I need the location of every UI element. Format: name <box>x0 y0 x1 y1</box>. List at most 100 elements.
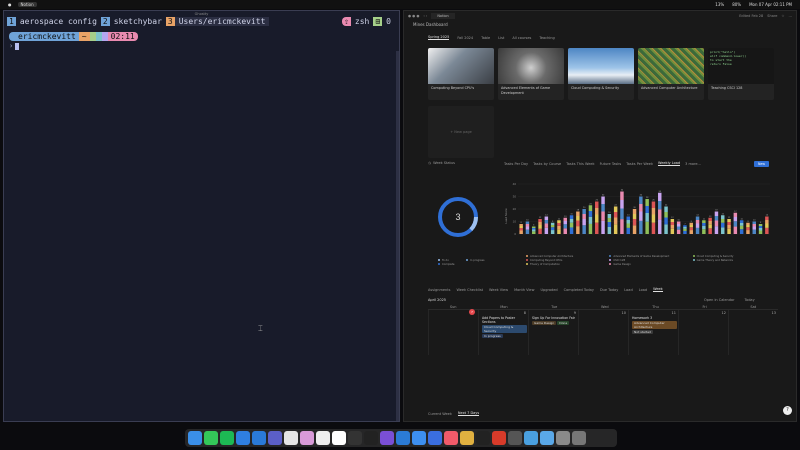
bar-segment[interactable] <box>702 229 706 234</box>
bar-segment[interactable] <box>620 219 624 234</box>
bar-segment[interactable] <box>765 227 769 234</box>
bar-segment[interactable] <box>721 222 725 228</box>
tab-upgraded[interactable]: Upgraded <box>540 288 557 292</box>
bar-segment[interactable] <box>752 226 756 230</box>
bar-segment[interactable] <box>588 223 593 234</box>
bar-segment[interactable] <box>588 205 593 211</box>
bar-segment[interactable] <box>601 204 605 212</box>
dock-app-tableplus[interactable] <box>460 431 474 445</box>
bar-segment[interactable] <box>532 226 536 229</box>
dock-app-finder[interactable] <box>188 431 202 445</box>
bar-segment[interactable] <box>676 226 681 230</box>
bar-segment[interactable] <box>664 212 668 218</box>
bar-segment[interactable] <box>620 191 624 201</box>
active-app-name[interactable]: Notion <box>17 2 37 7</box>
notion-tab[interactable]: Notion <box>431 12 455 19</box>
bar-segment[interactable] <box>733 217 738 222</box>
tab-teaching[interactable]: Teaching <box>539 36 554 40</box>
bar-segment[interactable] <box>651 201 656 209</box>
bar-segment[interactable] <box>739 225 744 230</box>
bar-segment[interactable] <box>538 225 542 229</box>
bar-segment[interactable] <box>670 228 675 234</box>
bar-segment[interactable] <box>651 222 656 234</box>
week-status-title[interactable]: Week Status <box>433 161 455 165</box>
bar-segment[interactable] <box>739 229 744 234</box>
tab-fall-2024[interactable]: Fall 2024 <box>457 36 473 40</box>
bar-segment[interactable] <box>676 224 681 227</box>
dock-app-terminal[interactable] <box>476 431 490 445</box>
bar-segment[interactable] <box>714 211 719 217</box>
bar-segment[interactable] <box>525 229 530 234</box>
new-page-card[interactable]: + New page <box>428 106 494 158</box>
bar-segment[interactable] <box>752 224 756 227</box>
bar-segment[interactable] <box>544 223 549 228</box>
terminal-window[interactable]: Ghostty 1 aerospace config 2 sketchybar … <box>3 10 400 422</box>
tab-week[interactable]: Week <box>653 287 663 292</box>
bar-segment[interactable] <box>708 228 712 234</box>
week-calendar[interactable]: 7 8 Add Papers to Poster Sections Cloud … <box>428 309 778 355</box>
bar-segment[interactable] <box>613 217 618 225</box>
bar-segment[interactable] <box>544 220 549 224</box>
bar-segment[interactable] <box>576 220 580 227</box>
bar-segment[interactable] <box>550 230 555 234</box>
bar-segment[interactable] <box>714 226 719 234</box>
bar-segment[interactable] <box>695 227 700 234</box>
bar-segment[interactable] <box>601 220 605 234</box>
bar-segment[interactable] <box>765 223 769 228</box>
bar-segment[interactable] <box>563 217 567 221</box>
bar-segment[interactable] <box>695 223 700 228</box>
tab-number-3[interactable]: 3 <box>165 17 175 26</box>
bar-segment[interactable] <box>689 222 693 225</box>
bar-segment[interactable] <box>538 228 542 234</box>
dock-app-messages[interactable] <box>204 431 218 445</box>
bar-segment[interactable] <box>658 219 662 234</box>
bar-segment[interactable] <box>658 192 662 201</box>
bar-segment[interactable] <box>727 228 731 234</box>
bar-segment[interactable] <box>639 220 643 234</box>
tab-more[interactable]: 3 more... <box>685 162 701 166</box>
bar-segment[interactable] <box>613 212 618 218</box>
bar-segment[interactable] <box>557 220 561 223</box>
dock-app-teams[interactable] <box>268 431 282 445</box>
bar-segment[interactable] <box>689 230 693 234</box>
command-line[interactable]: › <box>4 42 399 50</box>
bar-segment[interactable] <box>765 220 769 224</box>
bar-segment[interactable] <box>708 221 712 225</box>
dock-app-spotify[interactable] <box>220 431 234 445</box>
bar-segment[interactable] <box>525 226 530 230</box>
bar-segment[interactable] <box>607 214 612 218</box>
new-button[interactable]: New <box>754 161 769 167</box>
bar-segment[interactable] <box>645 213 649 222</box>
bar-segment[interactable] <box>639 204 643 212</box>
bar-segment[interactable] <box>752 229 756 234</box>
bar-segment[interactable] <box>658 209 662 220</box>
bar-segment[interactable] <box>752 221 756 225</box>
bar-segment[interactable] <box>733 226 738 234</box>
bar-segment[interactable] <box>758 230 763 235</box>
bar-segment[interactable] <box>689 225 693 228</box>
course-card[interactable]: Computing Beyond CPU's <box>428 48 494 100</box>
bar-segment[interactable] <box>563 228 567 234</box>
dock-app-downloads[interactable] <box>556 431 570 445</box>
bar-segment[interactable] <box>632 209 637 214</box>
tab-label-sketchybar[interactable]: sketchybar <box>110 17 166 26</box>
window-controls-icon[interactable]: ● ● ● <box>408 14 419 18</box>
bar-segment[interactable] <box>569 222 574 228</box>
bar-segment[interactable] <box>582 209 586 214</box>
dock-app-chrome[interactable] <box>284 431 298 445</box>
tab-completed-today[interactable]: Completed Today <box>564 288 594 292</box>
bar-segment[interactable] <box>632 225 637 234</box>
bar-segment[interactable] <box>683 227 687 229</box>
bar-segment[interactable] <box>525 221 530 225</box>
calendar-event[interactable]: Add Papers to Poster Sections Cloud Comp… <box>482 316 527 338</box>
bar-segment[interactable] <box>607 218 612 222</box>
course-card[interactable]: Advanced Computer Architecture <box>638 48 704 100</box>
course-card[interactable]: Advanced Elements of Game Development <box>498 48 564 100</box>
today-button[interactable]: Today <box>745 298 755 302</box>
tab-load[interactable]: Load <box>624 288 632 292</box>
tab-number-1[interactable]: 1 <box>7 17 16 26</box>
bar-segment[interactable] <box>588 211 593 217</box>
calendar-day[interactable]: 10 <box>578 310 628 355</box>
bar-segment[interactable] <box>626 227 630 234</box>
bar-segment[interactable] <box>519 226 523 228</box>
